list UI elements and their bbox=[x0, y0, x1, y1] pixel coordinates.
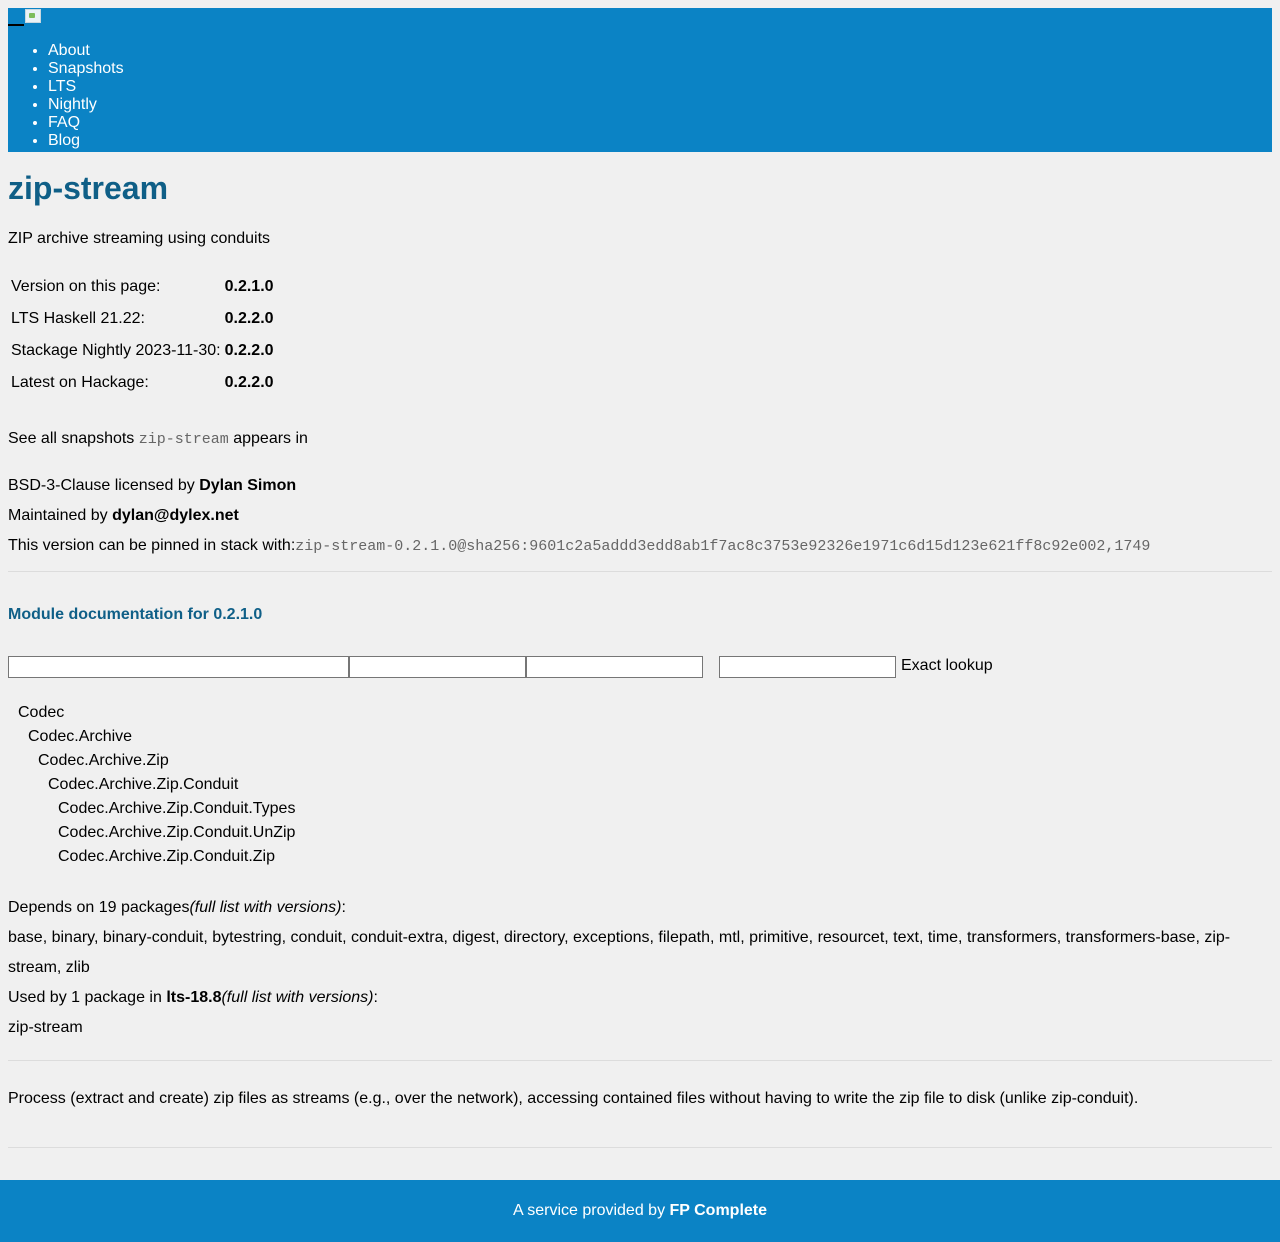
version-label: LTS Haskell 21.22: bbox=[11, 310, 145, 327]
module-item: Codec.Archive.Zip.Conduit bbox=[48, 776, 239, 793]
depends-heading: Depends on 19 packages(full list with ve… bbox=[8, 899, 346, 917]
license-prefix: BSD-3-Clause licensed by bbox=[8, 477, 195, 494]
pin-prefix: This version can be pinned in stack with… bbox=[8, 537, 296, 554]
nav-link-faq[interactable]: FAQ bbox=[48, 114, 80, 131]
footer-prefix: A service provided by bbox=[512, 1202, 666, 1219]
version-row: Version on this page: 0.2.1.0 bbox=[10, 272, 275, 302]
used-by-full-list-link[interactable]: (full list with versions) bbox=[221, 989, 373, 1006]
divider bbox=[8, 1147, 1272, 1148]
divider bbox=[8, 1060, 1272, 1061]
depends-suffix: : bbox=[341, 899, 346, 916]
footer-company-link[interactable]: FP Complete bbox=[670, 1202, 768, 1219]
module-filter-input-2[interactable] bbox=[349, 656, 526, 678]
versions-table: Version on this page: 0.2.1.0 LTS Haskel… bbox=[8, 270, 277, 400]
module-link[interactable]: Codec.Archive.Zip.Conduit.Types bbox=[58, 800, 295, 818]
divider bbox=[8, 571, 1272, 572]
nav-link-about[interactable]: About bbox=[48, 42, 90, 59]
version-value: 0.2.2.0 bbox=[224, 374, 274, 391]
used-by-snapshot[interactable]: lts-18.8 bbox=[166, 989, 221, 1006]
snapshots-prefix: See all snapshots bbox=[8, 430, 135, 447]
used-by-list[interactable]: zip-stream bbox=[8, 1019, 83, 1037]
version-row: LTS Haskell 21.22: 0.2.2.0 bbox=[10, 304, 275, 334]
site-footer: A service provided by FP Complete bbox=[0, 1180, 1280, 1242]
site-header: About Snapshots LTS Nightly FAQ Blog bbox=[8, 8, 1272, 152]
module-link[interactable]: Codec.Archive.Zip.Conduit.UnZip bbox=[58, 824, 295, 842]
snapshots-link[interactable]: See all snapshots zip-stream appears in bbox=[8, 430, 308, 448]
license-line: BSD-3-Clause licensed by Dylan Simon bbox=[8, 477, 296, 495]
module-doc-heading: Module documentation for 0.2.1.0 bbox=[8, 606, 263, 623]
version-value: 0.2.2.0 bbox=[224, 310, 274, 327]
used-by-prefix: Used by 1 package in bbox=[8, 989, 162, 1006]
maintainer-line: Maintained by dylan@dylex.net bbox=[8, 507, 239, 525]
nav-item-about[interactable]: About bbox=[48, 42, 124, 60]
stackage-logo-image[interactable] bbox=[25, 9, 41, 23]
nav-item-blog[interactable]: Blog bbox=[48, 132, 124, 150]
nav-item-lts[interactable]: LTS bbox=[48, 78, 124, 96]
used-by-suffix: : bbox=[373, 989, 378, 1006]
pin-value[interactable]: zip-stream-0.2.1.0@sha256:9601c2a5addd3e… bbox=[295, 538, 1150, 555]
version-row: Latest on Hackage: 0.2.2.0 bbox=[10, 368, 275, 398]
nav-link-lts[interactable]: LTS bbox=[48, 78, 76, 95]
depends-prefix: Depends on 19 packages bbox=[8, 899, 190, 916]
version-row: Stackage Nightly 2023-11-30: 0.2.2.0 bbox=[10, 336, 275, 366]
nav-item-faq[interactable]: FAQ bbox=[48, 114, 124, 132]
module-item: Codec.Archive bbox=[28, 728, 133, 745]
nav-item-snapshots[interactable]: Snapshots bbox=[48, 60, 124, 78]
nav-link-nightly[interactable]: Nightly bbox=[48, 96, 97, 113]
module-item: Codec.Archive.Zip bbox=[38, 752, 169, 769]
nav-link-blog[interactable]: Blog bbox=[48, 132, 80, 149]
version-label: Latest on Hackage: bbox=[11, 374, 149, 391]
snapshots-package-code: zip-stream bbox=[138, 431, 229, 448]
package-description: Process (extract and create) zip files a… bbox=[8, 1090, 1139, 1107]
exact-lookup-input[interactable] bbox=[719, 656, 896, 678]
version-value: 0.2.2.0 bbox=[224, 342, 274, 359]
maintainer-prefix: Maintained by bbox=[8, 507, 108, 524]
license-author: Dylan Simon bbox=[199, 477, 297, 494]
exact-lookup-label: Exact lookup bbox=[901, 657, 993, 674]
version-label: Version on this page: bbox=[11, 278, 161, 295]
pin-line: This version can be pinned in stack with… bbox=[8, 537, 1150, 556]
snapshots-link-line: See all snapshots zip-stream appears in bbox=[8, 430, 308, 449]
version-label: Stackage Nightly 2023-11-30: bbox=[11, 342, 221, 359]
version-value: 0.2.1.0 bbox=[224, 278, 274, 295]
nav-link-snapshots[interactable]: Snapshots bbox=[48, 60, 124, 77]
depends-full-list-link[interactable]: (full list with versions) bbox=[189, 899, 341, 916]
nav-item-nightly[interactable]: Nightly bbox=[48, 96, 124, 114]
page-title: zip-stream bbox=[8, 170, 169, 206]
depends-list[interactable]: base, binary, binary-conduit, bytestring… bbox=[8, 923, 1248, 983]
menu-toggle-icon[interactable] bbox=[8, 16, 24, 26]
snapshots-suffix: appears in bbox=[233, 430, 308, 447]
module-item: Codec bbox=[18, 704, 65, 721]
main-nav: About Snapshots LTS Nightly FAQ Blog bbox=[8, 42, 124, 150]
used-by-heading: Used by 1 package in lts-18.8(full list … bbox=[8, 989, 378, 1007]
maintainer-email[interactable]: dylan@dylex.net bbox=[112, 507, 239, 524]
module-filter-input[interactable] bbox=[8, 656, 349, 678]
package-synopsis: ZIP archive streaming using conduits bbox=[8, 230, 271, 247]
module-filter-input-3[interactable] bbox=[526, 656, 703, 678]
module-link[interactable]: Codec.Archive.Zip.Conduit.Zip bbox=[58, 848, 275, 866]
